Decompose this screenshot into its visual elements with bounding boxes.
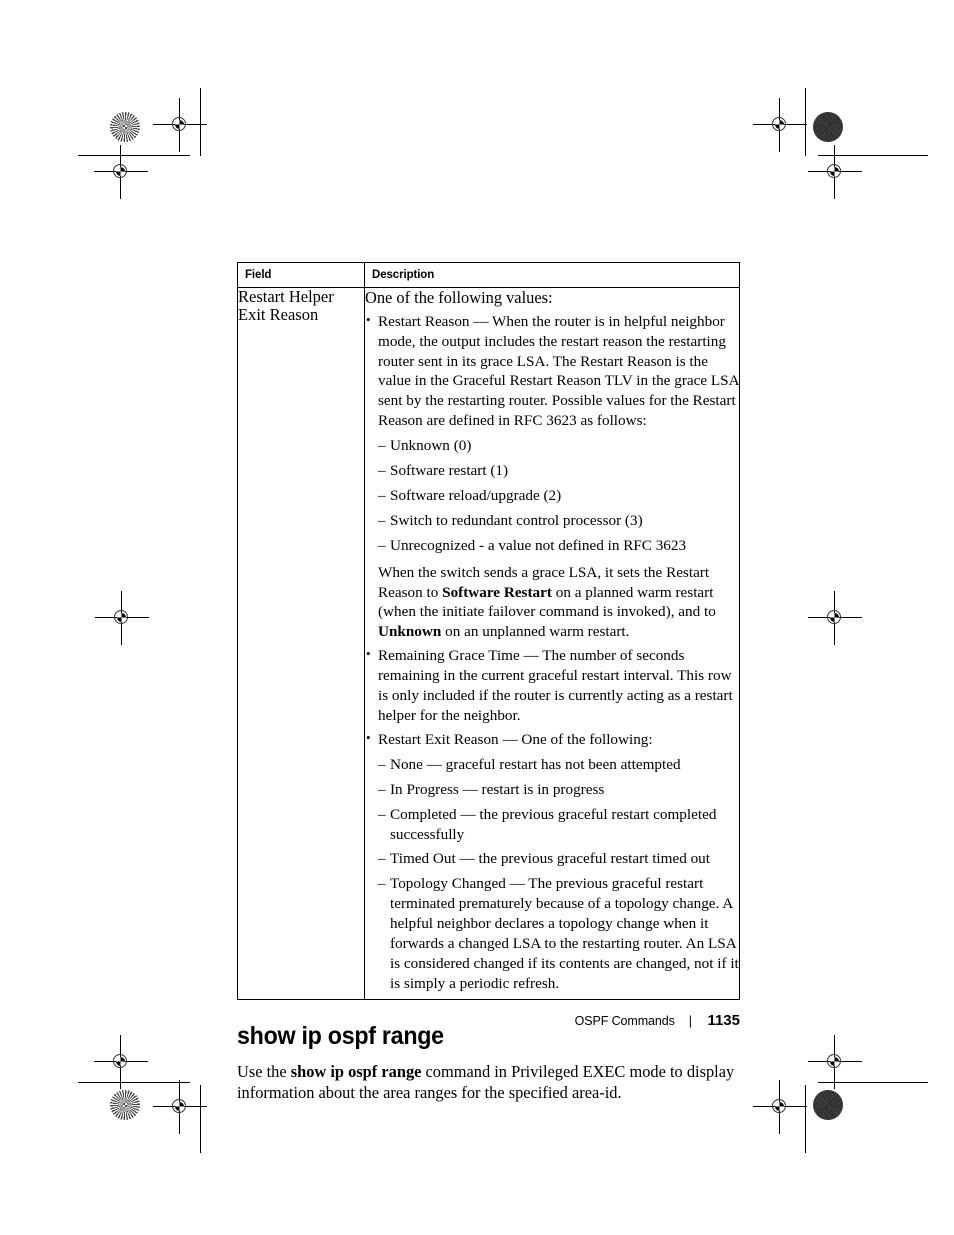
page-footer: OSPF Commands | 1135: [237, 1012, 740, 1029]
footer-chapter-name: OSPF Commands: [574, 1014, 675, 1028]
registration-target-bottom-right-outer: [808, 1035, 862, 1089]
solid-density-patch-bottom-right: [813, 1090, 843, 1120]
cell-description: One of the following values: Restart Rea…: [364, 287, 740, 1000]
crop-mark-vertical-top-right: [805, 88, 806, 156]
paragraph-text-part-1: Use the: [237, 1061, 291, 1081]
table-row: Restart Helper Exit Reason One of the fo…: [237, 287, 740, 1000]
note-bold-software-restart: Software Restart: [442, 583, 552, 601]
crop-mark-horizontal-top-left: [78, 155, 190, 156]
list-item: Software reload/upgrade (2): [378, 486, 739, 506]
note-bold-unknown: Unknown: [378, 623, 442, 641]
list-item: Switch to redundant control processor (3…: [378, 511, 739, 531]
crop-mark-vertical-bottom-left: [200, 1085, 201, 1153]
restart-reason-note: When the switch sends a grace LSA, it se…: [378, 563, 739, 643]
field-name-line-1: Restart Helper: [238, 287, 334, 306]
registration-target-bottom-left-inner: [153, 1080, 207, 1134]
bullet-restart-reason: Restart Reason — When the router is in h…: [365, 311, 739, 643]
cell-field-name: Restart Helper Exit Reason: [237, 287, 365, 1000]
inline-command-name: show ip ospf range: [290, 1061, 422, 1081]
bullet-term-remaining-grace-time: Remaining Grace Time: [378, 647, 520, 665]
field-description-table: Field Description Restart Helper Exit Re…: [237, 262, 740, 1000]
em-dash: —: [502, 730, 518, 748]
bullet-remaining-grace-time: Remaining Grace Time — The number of sec…: [365, 645, 739, 726]
list-item: Software restart (1): [378, 461, 739, 481]
description-bullet-list: Restart Reason — When the router is in h…: [365, 311, 739, 994]
registration-target-middle-right: [808, 591, 862, 645]
bullet-term-restart-reason: Restart Reason: [378, 312, 470, 330]
list-item: Completed — the previous graceful restar…: [378, 805, 739, 845]
registration-target-middle-left: [95, 591, 149, 645]
list-item: Unrecognized - a value not defined in RF…: [378, 536, 739, 556]
crop-mark-vertical-top-left: [200, 88, 201, 156]
footer-page-number: 1135: [707, 1012, 740, 1029]
em-dash: —: [473, 312, 489, 330]
registration-target-top-right-inner: [753, 98, 807, 152]
footer-separator: |: [688, 1014, 692, 1028]
list-item: Timed Out — the previous graceful restar…: [378, 849, 739, 869]
field-name-line-2: Exit Reason: [238, 305, 319, 325]
list-item: In Progress — restart is in progress: [378, 780, 739, 800]
crop-mark-horizontal-bottom-right: [818, 1082, 928, 1083]
crop-mark-horizontal-bottom-left: [78, 1082, 190, 1083]
crop-mark-horizontal-top-right: [818, 155, 928, 156]
restart-reason-value-list: Unknown (0) Software restart (1) Softwar…: [378, 436, 739, 556]
bullet-text-restart-exit-reason: One of the following:: [521, 730, 653, 748]
registration-target-top-left-outer: [94, 145, 148, 199]
bullet-text-restart-reason: When the router is in helpful neighbor m…: [378, 312, 739, 430]
table-header-row: Field Description: [237, 262, 740, 288]
bullet-term-restart-exit-reason: Restart Exit Reason: [378, 730, 499, 748]
page-content: Field Description Restart Helper Exit Re…: [237, 262, 740, 1103]
halftone-density-patch-bottom-left: [110, 1090, 140, 1120]
list-item: Unknown (0): [378, 436, 739, 456]
crop-mark-vertical-bottom-right: [805, 1085, 806, 1153]
note-text-part-3: on an unplanned warm restart.: [441, 623, 630, 641]
column-header-description: Description: [364, 262, 740, 288]
registration-target-top-left-inner: [153, 98, 207, 152]
registration-target-bottom-right-inner: [753, 1080, 807, 1134]
restart-exit-reason-value-list: None — graceful restart has not been att…: [378, 755, 739, 994]
solid-density-patch-top-right: [813, 112, 843, 142]
registration-target-top-right-outer: [808, 145, 862, 199]
description-lead-text: One of the following values:: [365, 288, 553, 307]
list-item: Topology Changed — The previous graceful…: [378, 874, 739, 993]
list-item: None — graceful restart has not been att…: [378, 755, 739, 775]
section-description-paragraph: Use the show ip ospf range command in Pr…: [237, 1061, 740, 1103]
column-header-field: Field: [237, 262, 365, 288]
halftone-density-patch-top-left: [110, 112, 140, 142]
em-dash: —: [523, 647, 539, 665]
registration-target-bottom-left-outer: [94, 1035, 148, 1089]
bullet-restart-exit-reason: Restart Exit Reason — One of the followi…: [365, 729, 739, 994]
